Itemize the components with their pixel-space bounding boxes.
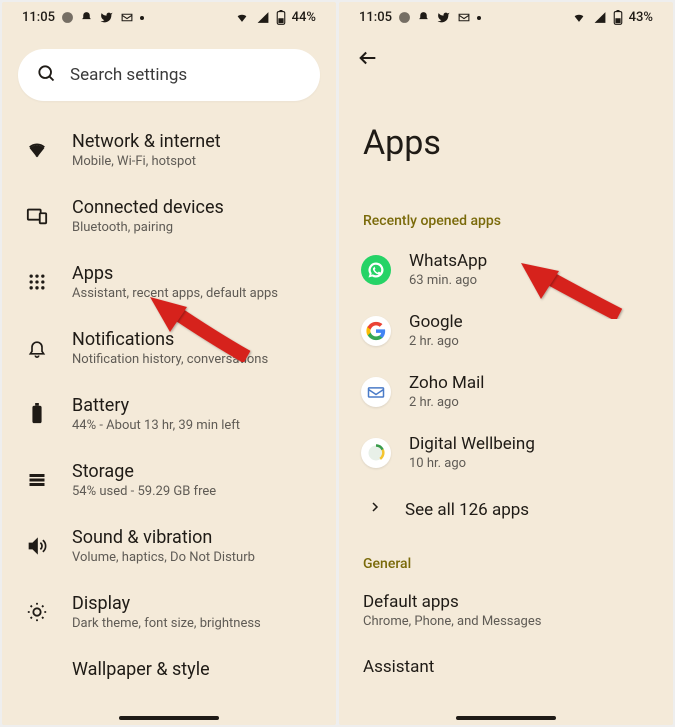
clock-text: 11:05 [359, 10, 392, 25]
app-row-wellbeing[interactable]: Digital Wellbeing10 hr. ago [339, 422, 673, 483]
app-row-zoho[interactable]: Zoho Mail2 hr. ago [339, 361, 673, 422]
settings-item-connected[interactable]: Connected devicesBluetooth, pairing [2, 183, 336, 249]
section-recently-opened: Recently opened apps [339, 213, 673, 239]
signal-icon [593, 11, 607, 24]
battery-icon [276, 10, 286, 25]
devices-icon [24, 205, 50, 227]
assistant-row[interactable]: Assistant [339, 639, 673, 687]
wifi-icon [234, 11, 250, 24]
nav-handle[interactable] [456, 716, 556, 720]
settings-item-wallpaper[interactable]: Wallpaper & style [2, 645, 336, 680]
more-dot-icon [477, 16, 481, 20]
battery-text: 43% [629, 10, 653, 25]
bell-icon [80, 11, 93, 24]
mail-icon [120, 11, 134, 24]
settings-item-display[interactable]: DisplayDark theme, font size, brightness [2, 579, 336, 645]
battery-text: 44% [292, 10, 316, 25]
settings-item-network[interactable]: Network & internetMobile, Wi-Fi, hotspot [2, 117, 336, 183]
wifi-icon [24, 139, 50, 161]
chevron-right-icon [369, 499, 381, 520]
nav-handle[interactable] [119, 716, 219, 720]
settings-list: Network & internetMobile, Wi-Fi, hotspot… [2, 117, 336, 680]
back-button[interactable] [339, 29, 673, 83]
more-dot-icon [140, 16, 144, 20]
app-row-whatsapp[interactable]: WhatsApp63 min. ago [339, 239, 673, 300]
settings-item-notifications[interactable]: NotificationsNotification history, conve… [2, 315, 336, 381]
apps-grid-icon [24, 272, 50, 292]
page-title: Apps [339, 83, 673, 213]
whatsapp-icon [361, 255, 391, 285]
settings-item-apps[interactable]: AppsAssistant, recent apps, default apps [2, 249, 336, 315]
default-apps-row[interactable]: Default apps Chrome, Phone, and Messages [339, 582, 673, 639]
search-settings-input[interactable]: Search settings [18, 49, 320, 101]
twitter-icon [436, 11, 451, 24]
status-bar: 11:05 44% [2, 2, 336, 29]
bell-icon [24, 338, 50, 358]
twitter-icon [99, 11, 114, 24]
arrow-left-icon [357, 47, 379, 69]
settings-item-sound[interactable]: Sound & vibrationVolume, haptics, Do Not… [2, 513, 336, 579]
settings-item-storage[interactable]: Storage54% used - 59.29 GB free [2, 447, 336, 513]
wifi-icon [571, 11, 587, 24]
status-bar: 11:05 43% [339, 2, 673, 29]
app-row-google[interactable]: Google2 hr. ago [339, 300, 673, 361]
brightness-icon [24, 601, 50, 623]
apps-screen: 11:05 43% Apps Recently opened apps What… [339, 2, 673, 725]
clock-text: 11:05 [22, 10, 55, 25]
see-all-apps-button[interactable]: See all 126 apps [339, 483, 673, 536]
status-icon [61, 11, 74, 24]
digital-wellbeing-icon [361, 438, 391, 468]
battery-icon [613, 10, 623, 25]
storage-icon [24, 471, 50, 489]
volume-icon [24, 536, 50, 556]
mail-icon [457, 11, 471, 24]
zoho-mail-icon [361, 377, 391, 407]
battery-icon [24, 403, 50, 425]
search-icon [36, 63, 56, 87]
search-placeholder: Search settings [70, 65, 187, 85]
section-general: General [339, 556, 673, 582]
status-icon [398, 11, 411, 24]
bell-icon [417, 11, 430, 24]
settings-screen: 11:05 44% Search settings Network & inte… [2, 2, 336, 725]
settings-item-battery[interactable]: Battery44% - About 13 hr, 39 min left [2, 381, 336, 447]
signal-icon [256, 11, 270, 24]
google-icon [361, 316, 391, 346]
